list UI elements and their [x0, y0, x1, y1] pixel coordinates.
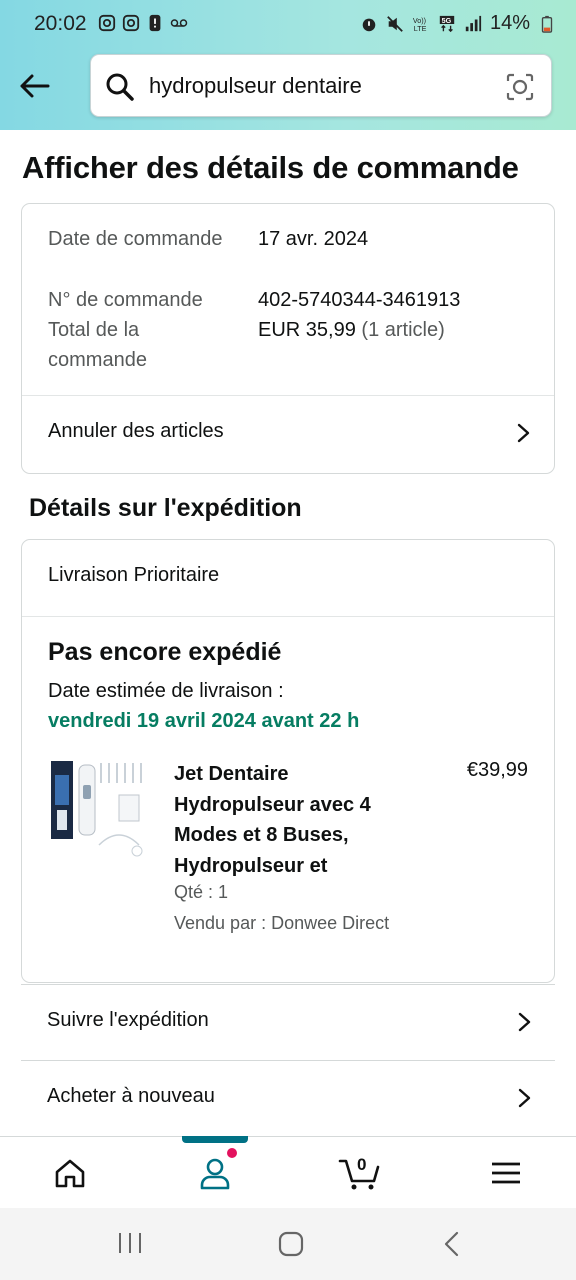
camera-search-icon[interactable]	[505, 72, 535, 102]
product-title[interactable]: Jet Dentaire Hydropulseur avec 4 Modes e…	[174, 759, 414, 881]
signal-icon	[465, 15, 482, 31]
status-bar: 20:02 Vo)) LTE 5G 14%	[0, 0, 576, 48]
buy-again-row[interactable]: Acheter à nouveau	[21, 1060, 555, 1136]
track-shipment-label: Suivre l'expédition	[47, 1009, 209, 1031]
order-date-label: Date de commande	[48, 228, 223, 250]
svg-text:LTE: LTE	[414, 24, 427, 33]
order-summary-card: Date de commande 17 avr. 2024 N° de comm…	[21, 203, 555, 474]
search-icon	[106, 73, 134, 101]
bottom-nav	[0, 1136, 576, 1208]
cart-count: 0	[357, 1155, 367, 1174]
cancel-items-label: Annuler des articles	[48, 420, 224, 442]
shipment-card: Livraison Prioritaire Pas encore expédié…	[21, 539, 555, 983]
network-5g-icon: 5G	[439, 15, 455, 32]
product-quantity: Qté : 1	[174, 882, 229, 902]
system-back-icon[interactable]	[440, 1230, 464, 1258]
track-shipment-row[interactable]: Suivre l'expédition	[21, 984, 555, 1060]
back-arrow-icon[interactable]	[16, 68, 52, 104]
search-input[interactable]: hydropulseur dentaire	[90, 54, 552, 117]
order-number-value: 402-5740344-3461913	[258, 289, 461, 311]
cancel-items-row[interactable]: Annuler des articles	[22, 396, 554, 474]
order-item-count: (1 article)	[361, 319, 445, 341]
account-icon[interactable]	[197, 1155, 233, 1191]
shipping-section-title: Détails sur l'expédition	[29, 494, 302, 522]
header-bar: 20:02 Vo)) LTE 5G 14% hydropulseur dentai…	[0, 0, 576, 130]
instagram-icon	[98, 14, 116, 32]
estimated-delivery-date: vendredi 19 avril 2024 avant 22 h	[48, 710, 360, 732]
order-number-label: N° de commande	[48, 289, 203, 311]
shipping-method: Livraison Prioritaire	[48, 564, 220, 586]
voicemail-icon	[170, 19, 188, 27]
active-tab-indicator	[182, 1136, 248, 1143]
alarm-icon	[362, 18, 376, 31]
order-total-label: Total de la commande	[48, 319, 147, 371]
system-status-icons: Vo)) LTE 5G 14%	[360, 12, 556, 35]
chevron-right-icon	[518, 1012, 531, 1032]
product-thumbnail[interactable]	[49, 755, 149, 865]
order-date-value: 17 avr. 2024	[258, 228, 369, 250]
home-button-icon[interactable]	[277, 1230, 305, 1258]
volte-icon: Vo))LTE	[413, 16, 427, 33]
page-title: Afficher des détails de commande	[22, 150, 519, 185]
system-nav-bar	[0, 1208, 576, 1280]
estimated-delivery-label: Date estimée de livraison :	[48, 680, 284, 702]
notification-dot	[227, 1148, 237, 1158]
battery-percent: 14%	[489, 12, 530, 34]
buy-again-label: Acheter à nouveau	[47, 1085, 215, 1107]
recent-apps-icon[interactable]	[116, 1230, 144, 1256]
battery-icon	[541, 15, 553, 33]
alert-icon	[149, 14, 161, 32]
product-seller: Vendu par : Donwee Direct	[174, 913, 390, 933]
order-total: EUR 35,99 (1 article)	[258, 315, 445, 345]
mute-icon	[387, 15, 403, 32]
svg-text:5G: 5G	[442, 16, 452, 25]
chevron-right-icon	[518, 1088, 531, 1108]
search-query[interactable]: hydropulseur dentaire	[149, 73, 362, 99]
notification-icons	[98, 14, 188, 32]
chevron-right-icon	[517, 423, 530, 443]
menu-icon[interactable]	[488, 1155, 524, 1191]
instagram-icon	[122, 14, 140, 32]
status-time: 20:02	[34, 12, 87, 35]
order-total-value: EUR 35,99	[258, 319, 356, 341]
home-icon[interactable]	[52, 1155, 88, 1191]
product-price: €39,99	[466, 759, 528, 781]
divider	[22, 616, 554, 617]
shipment-status: Pas encore expédié	[48, 638, 282, 666]
